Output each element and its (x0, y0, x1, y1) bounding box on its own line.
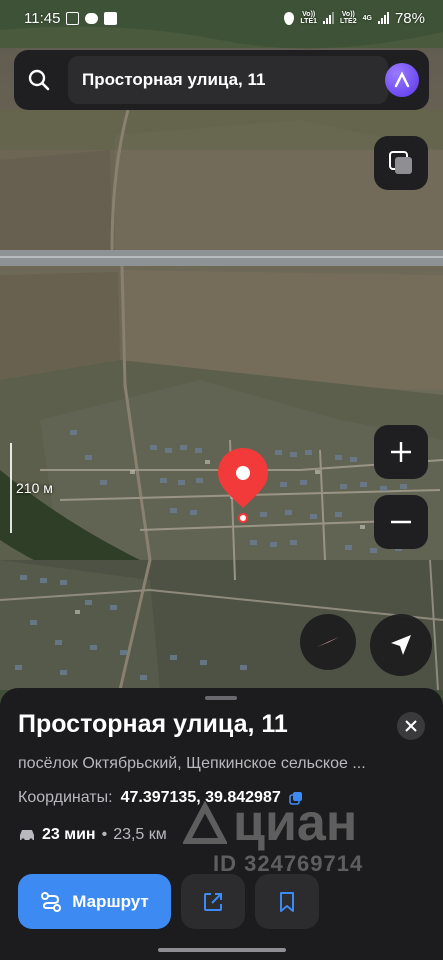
network-type-label: 4G (362, 14, 372, 22)
clock: 11:45 (24, 9, 61, 27)
location-pin-icon[interactable] (216, 446, 270, 510)
route-time: 23 мин (42, 826, 96, 843)
zoom-in-icon (391, 442, 411, 462)
bookmark-icon (280, 891, 294, 912)
pin-anchor-dot (238, 513, 248, 523)
cian-watermark: циан ID 324769714 (183, 793, 413, 883)
sim2-signal-icon (377, 12, 389, 24)
sim1-label: Vo)) LTE1 (300, 11, 318, 25)
sheet-grabber[interactable] (205, 696, 237, 700)
sim2-label: Vo)) LTE2 (340, 11, 357, 25)
sim1-signal-icon (323, 12, 335, 24)
share-button[interactable] (181, 874, 245, 929)
zoom-out-button[interactable] (374, 495, 428, 549)
route-button[interactable]: Маршрут (18, 874, 171, 929)
alice-icon (394, 71, 410, 88)
route-separator: • (101, 826, 108, 843)
car-icon (20, 830, 34, 842)
search-icon[interactable] (14, 50, 64, 110)
navigation-arrow-icon (391, 635, 411, 655)
coordinates-label: Координаты: (18, 789, 113, 806)
route-info: 23 мин • 23,5 км (18, 826, 167, 844)
close-button[interactable] (397, 712, 425, 740)
close-icon (405, 720, 417, 732)
status-bar: 11:45 Vo)) LTE1 Vo)) LTE2 4G 78% (0, 0, 443, 36)
battery-label: 78% (394, 9, 425, 27)
system-home-indicator[interactable] (158, 948, 286, 952)
watermark-brand: циан (233, 794, 358, 852)
compass-icon (317, 637, 339, 647)
route-distance: 23,5 км (113, 826, 167, 843)
share-icon (204, 892, 222, 911)
map-scale-label: 210 м (16, 480, 53, 496)
voice-assistant-button[interactable] (385, 63, 419, 97)
map-scale-bar (10, 443, 12, 533)
cian-logo-icon (183, 801, 227, 844)
layers-button[interactable] (374, 136, 428, 190)
zoom-out-icon (391, 520, 411, 524)
zoom-in-button[interactable] (374, 425, 428, 479)
search-query: Просторная улица, 11 (82, 70, 266, 89)
messages-notification-icon (85, 12, 99, 24)
my-location-button[interactable] (370, 614, 432, 676)
layers-icon (389, 151, 412, 174)
place-address: посёлок Октябрьский, Щепкинское сельское… (18, 755, 366, 772)
place-card[interactable]: Просторная улица, 11 посёлок Октябрьский… (0, 688, 443, 960)
route-button-label: Маршрут (72, 891, 149, 911)
location-status-icon (284, 11, 295, 25)
bookmark-button[interactable] (255, 874, 319, 929)
route-icon (41, 891, 62, 912)
place-title: Просторная улица, 11 (18, 710, 288, 738)
checkbox-notification-icon (104, 11, 118, 25)
search-input[interactable]: Просторная улица, 11 (68, 56, 388, 104)
search-bar[interactable]: Просторная улица, 11 (14, 50, 429, 110)
compass-button[interactable] (300, 614, 356, 670)
gallery-notification-icon (66, 11, 80, 25)
